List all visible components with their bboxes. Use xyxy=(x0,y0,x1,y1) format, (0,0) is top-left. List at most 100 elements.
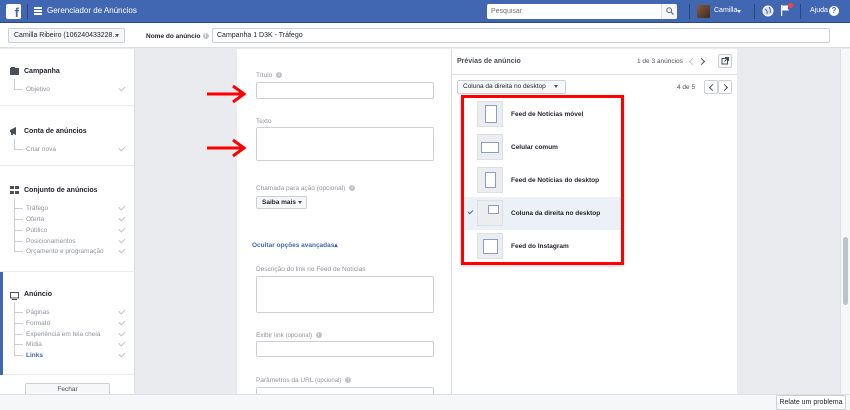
info-icon[interactable]: i xyxy=(349,185,356,192)
search-box[interactable] xyxy=(487,4,677,19)
chevron-down-icon[interactable] xyxy=(737,10,741,13)
title-label: Título i xyxy=(256,72,283,79)
ad-preview-panel: Prévias de anúncio 1 de 3 anúncios Colun… xyxy=(452,49,737,394)
sidebar-section-ad-account[interactable]: Conta de anúncios Criar nova xyxy=(0,106,134,166)
placement-option-desktop-feed[interactable]: Feed de Notícias do desktop xyxy=(464,164,621,197)
help-icon[interactable]: ? xyxy=(829,6,839,16)
help-label[interactable]: Ajuda xyxy=(810,7,828,14)
user-name[interactable]: Camilla xyxy=(714,7,737,14)
chevron-right-icon xyxy=(720,83,729,92)
info-icon[interactable]: i xyxy=(202,33,209,40)
app-title[interactable]: Gerenciador de Anúncios xyxy=(47,6,137,15)
link-description-label: Descrição do link no Feed de Notícias xyxy=(256,266,366,273)
check-icon xyxy=(118,318,126,326)
option-label: Celular comum xyxy=(511,144,558,151)
sidebar-section-ad-set[interactable]: Conjunto de anúncios Tráfego Oferta Públ… xyxy=(0,166,134,272)
cta-value: Saiba mais xyxy=(262,199,296,206)
sidebar-section-ad[interactable]: Anúncio Páginas Formato Experiência em t… xyxy=(0,272,134,375)
grid-icon xyxy=(10,186,19,194)
option-label: Feed de Notícias do desktop xyxy=(511,177,600,184)
account-name: Camilla Ribeiro (106240433228... xyxy=(14,32,119,39)
desktop-feed-icon xyxy=(477,167,503,193)
sidebar-section-campaign[interactable]: Campanha Objetivo xyxy=(0,49,134,106)
tree-line xyxy=(14,251,23,252)
sidebar-step-offer[interactable]: Oferta xyxy=(26,216,44,223)
tree-line xyxy=(14,355,23,356)
check-icon xyxy=(118,203,126,211)
link-description-input[interactable] xyxy=(256,276,434,313)
globe-icon[interactable] xyxy=(762,5,774,17)
text-label: Texto xyxy=(256,118,272,125)
sidebar-step-traffic[interactable]: Tráfego xyxy=(26,205,48,212)
prev-placement-button[interactable] xyxy=(704,80,718,94)
display-link-input[interactable] xyxy=(256,341,434,357)
optional-text: (opcional) xyxy=(285,333,312,339)
sidebar-section-title: Conta de anúncios xyxy=(24,128,87,135)
check-icon xyxy=(118,246,126,254)
title-input[interactable] xyxy=(256,82,434,99)
sidebar-step-media[interactable]: Mídia xyxy=(26,341,42,348)
sidebar-step-placements[interactable]: Posicionamentos xyxy=(26,238,76,245)
sidebar-step-audience[interactable]: Público xyxy=(26,227,47,234)
tree-line xyxy=(14,219,23,220)
chevron-down-icon xyxy=(298,201,302,204)
mobile-feed-icon xyxy=(477,101,503,127)
tree-line xyxy=(14,139,15,149)
tree-line xyxy=(14,344,23,345)
facebook-logo[interactable]: f xyxy=(6,4,21,19)
search-input[interactable] xyxy=(487,4,662,19)
tree-line xyxy=(14,241,23,242)
tree-line xyxy=(14,302,15,355)
report-problem-button[interactable]: Relate um problema xyxy=(776,395,846,410)
search-button[interactable] xyxy=(661,4,677,19)
info-icon[interactable]: i xyxy=(345,377,352,384)
feature-phone-icon xyxy=(477,134,503,160)
info-icon[interactable]: i xyxy=(315,332,322,339)
placement-option-instagram-feed[interactable]: Feed do Instagram xyxy=(464,230,621,263)
placement-dropdown[interactable]: Coluna da direita no desktop xyxy=(457,80,566,94)
avatar[interactable] xyxy=(697,5,710,18)
check-icon xyxy=(118,236,126,244)
next-placement-button[interactable] xyxy=(718,80,732,94)
placement-value: Coluna da direita no desktop xyxy=(463,83,546,90)
sidebar-step-objective[interactable]: Objetivo xyxy=(26,86,50,93)
option-label: Coluna da direita no desktop xyxy=(511,210,601,217)
ad-name-input[interactable]: Campanha 1 D3K - Tráfego xyxy=(212,28,830,43)
menu-icon[interactable] xyxy=(34,7,42,15)
placement-option-mobile-feed[interactable]: Feed de Notícias móvel xyxy=(464,98,621,131)
megaphone-icon xyxy=(10,127,16,135)
sidebar-step-format[interactable]: Formato xyxy=(26,320,50,327)
close-button[interactable]: Fechar xyxy=(25,383,110,394)
sidebar-step-pages[interactable]: Páginas xyxy=(26,309,50,316)
chevron-right-icon[interactable] xyxy=(697,57,706,66)
ad-name-bar: Camilla Ribeiro (106240433228... Nome do… xyxy=(0,23,850,48)
monitor-icon xyxy=(10,292,19,300)
check-icon xyxy=(118,350,126,358)
scrollbar[interactable] xyxy=(840,49,850,394)
option-label: Feed de Notícias móvel xyxy=(511,111,584,118)
chevron-left-icon[interactable] xyxy=(688,57,697,66)
sidebar-step-create-new[interactable]: Criar nova xyxy=(26,146,56,153)
placement-option-desktop-right-column[interactable]: Coluna da direita no desktop xyxy=(464,197,621,230)
divider xyxy=(452,74,737,75)
tree-line xyxy=(14,89,23,90)
red-arrow-icon xyxy=(207,84,247,104)
sidebar-step-fullscreen[interactable]: Experiência em tela cheia xyxy=(26,331,100,338)
sidebar-step-budget[interactable]: Orçamento e programação xyxy=(26,248,104,255)
tree-line xyxy=(14,312,23,313)
sidebar: Campanha Objetivo Conta de anúncios Cria… xyxy=(0,49,135,394)
scroll-thumb[interactable] xyxy=(843,237,848,305)
placement-option-feature-phone[interactable]: Celular comum xyxy=(464,131,621,164)
cta-dropdown[interactable]: Saiba mais xyxy=(256,196,307,209)
info-icon[interactable]: i xyxy=(276,72,283,79)
sidebar-step-links[interactable]: Links xyxy=(26,352,43,359)
open-external-button[interactable] xyxy=(718,54,732,68)
account-selector[interactable]: Camilla Ribeiro (106240433228... xyxy=(8,28,125,43)
divider xyxy=(689,4,690,19)
toggle-advanced-options-link[interactable]: Ocultar opções avançadas▴ xyxy=(252,241,338,249)
text-input[interactable] xyxy=(256,127,434,161)
url-params-input[interactable] xyxy=(256,387,434,394)
check-icon xyxy=(118,225,126,233)
sidebar-section-title: Conjunto de anúncios xyxy=(24,187,98,194)
instagram-feed-icon xyxy=(477,233,503,259)
